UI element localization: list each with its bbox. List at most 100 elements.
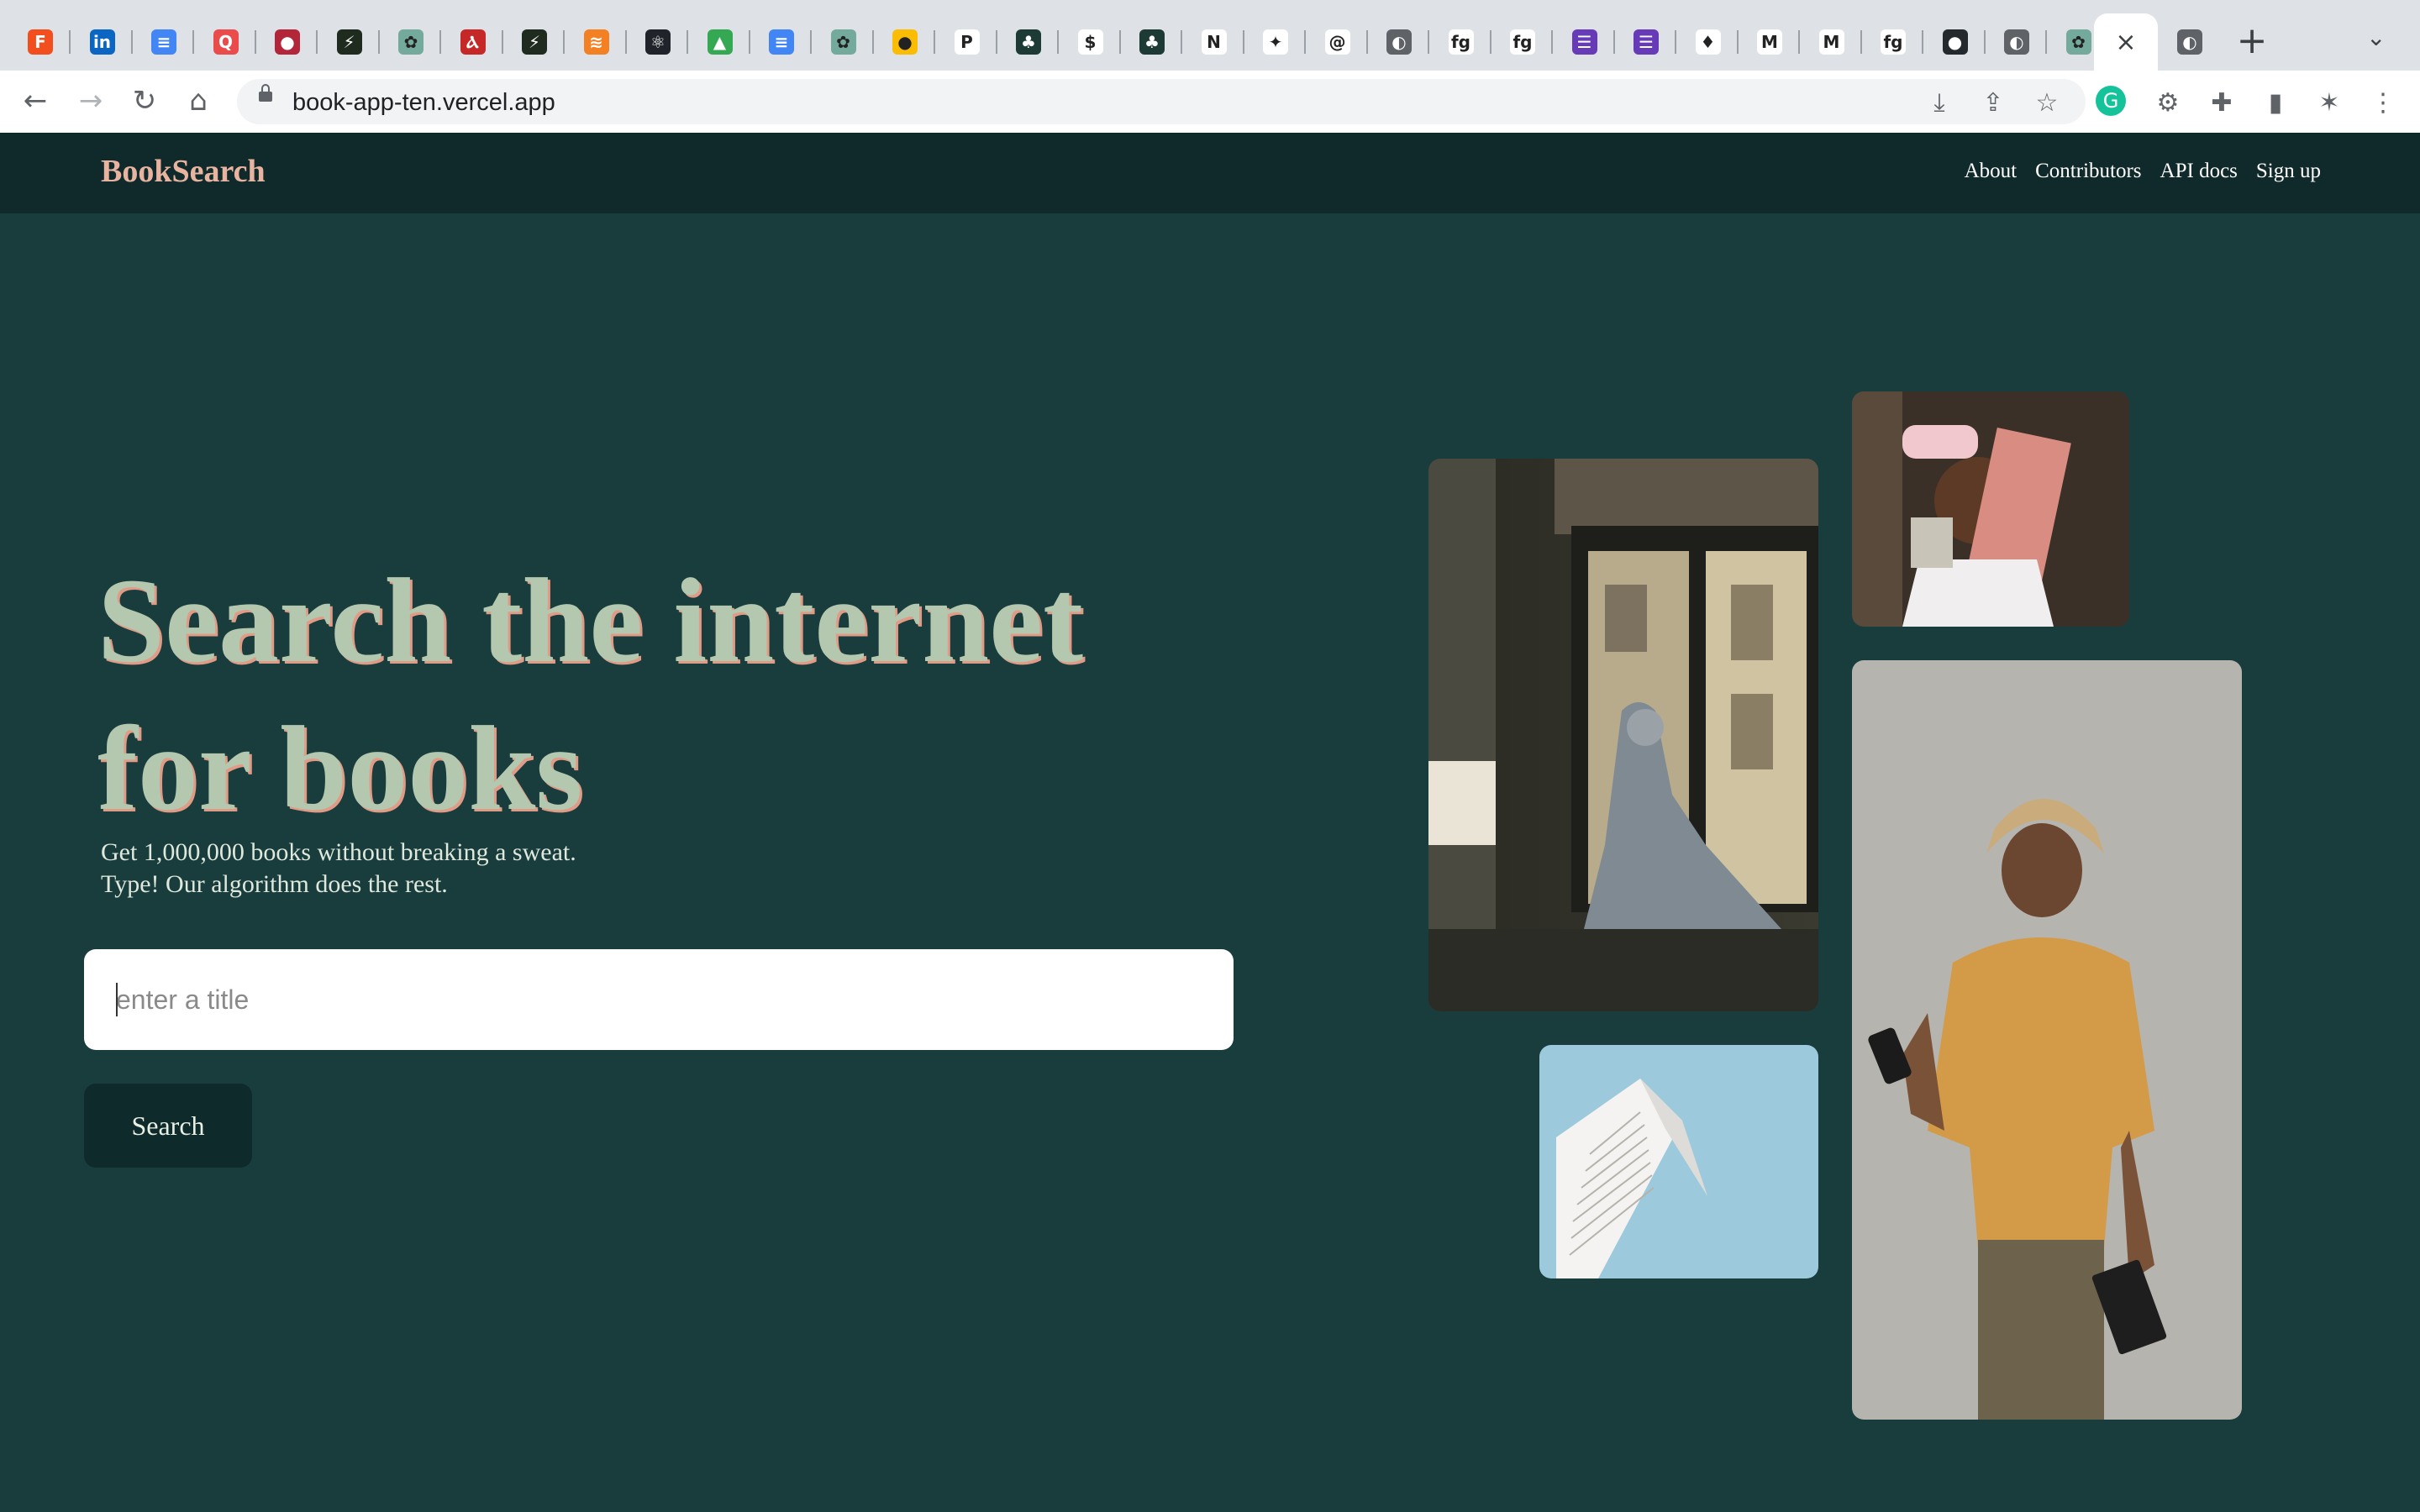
tab-separator	[130, 30, 133, 54]
home-icon[interactable]: ⌂	[180, 82, 217, 119]
browser-menu-icon[interactable]: ⋮	[2366, 86, 2400, 119]
tab-figma[interactable]: F	[10, 13, 71, 71]
tab-tree[interactable]: ♣	[998, 13, 1059, 71]
tab-chatgpt[interactable]: ✿	[813, 13, 874, 71]
tab-separator	[871, 30, 874, 54]
back-arrow-icon[interactable]: ←	[17, 82, 54, 119]
tab-netflix[interactable]: N	[1184, 13, 1244, 71]
globe-icon: ◐	[1386, 29, 1412, 55]
tab-separator	[1551, 30, 1553, 54]
tab-separator	[1428, 30, 1429, 54]
tab-separator	[1736, 30, 1739, 54]
tab-google-docs[interactable]: ≡	[751, 13, 812, 71]
site-nav: About Contributors API docs Sign up	[1965, 160, 2321, 183]
tab-spiral[interactable]: @	[1307, 13, 1368, 71]
share-icon[interactable]: ⇪	[1976, 86, 2010, 119]
tab-fg[interactable]: fg	[1863, 13, 1923, 71]
twitter-icon: ✦	[1263, 29, 1288, 55]
paypal-icon: P	[954, 29, 980, 55]
brand-logo[interactable]: BookSearch	[101, 153, 266, 190]
tab-separator	[748, 30, 750, 54]
tab-react[interactable]: ⚛	[628, 13, 688, 71]
nav-api-docs[interactable]: API docs	[2160, 160, 2238, 183]
tab-antenna[interactable]: Ⲁ	[443, 13, 503, 71]
tab-separator	[439, 30, 441, 54]
chatgpt-icon: ✿	[2065, 29, 2091, 55]
gear-extension-icon[interactable]: ⚙	[2151, 86, 2185, 119]
active-tab[interactable]: ×	[2094, 13, 2158, 71]
tab-fg[interactable]: fg	[1431, 13, 1491, 71]
tab-avatar[interactable]: ●	[257, 13, 318, 71]
tab-chatgpt[interactable]: ✿	[381, 13, 441, 71]
grammarly-extension-icon[interactable]: G	[2096, 86, 2126, 116]
tab-globe[interactable]: ◐	[1986, 13, 2047, 71]
tab-separator	[624, 30, 627, 54]
photo-girl-with-book-and-sleep-mask	[1852, 391, 2129, 627]
chatgpt-icon: ✿	[398, 29, 424, 55]
antenna-icon: Ⲁ	[460, 29, 486, 55]
forms-icon: ☰	[1571, 29, 1597, 55]
google-docs-icon: ≡	[769, 29, 794, 55]
tab-keep[interactable]: ●	[875, 13, 935, 71]
tab-separator	[1304, 30, 1306, 54]
search-button[interactable]: Search	[84, 1084, 252, 1168]
tab-github[interactable]: ●	[1925, 13, 1986, 71]
tab-search-chevron-icon[interactable]: ⌄	[2366, 24, 2386, 51]
tab-google-docs[interactable]: ≡	[134, 13, 194, 71]
tab-stack-overflow[interactable]: ≋	[566, 13, 627, 71]
extensions-puzzle-icon[interactable]: ✚	[2205, 86, 2238, 119]
terminal-icon: ⚡	[522, 29, 547, 55]
fg-icon: fg	[1448, 29, 1474, 55]
tab-forms[interactable]: ☰	[1616, 13, 1676, 71]
tab-globe[interactable]: ◐	[1369, 13, 1429, 71]
tab-dollar[interactable]: $	[1060, 13, 1121, 71]
tab-firebase[interactable]: ♦	[1678, 13, 1739, 71]
site-header: BookSearch About Contributors API docs S…	[0, 133, 2420, 213]
tab-gmail[interactable]: M	[1739, 13, 1800, 71]
tab-google-drive[interactable]: ▲	[690, 13, 750, 71]
hero-headline: Search the internet for books	[97, 548, 1274, 843]
tab-paypal[interactable]: P	[937, 13, 997, 71]
tab-separator	[1922, 30, 1923, 54]
terminal-icon: ⚡	[336, 29, 362, 55]
profile-avatar-icon[interactable]: ✶	[2312, 86, 2346, 119]
tab-linkedin[interactable]: in	[72, 13, 133, 71]
tab-separator	[934, 30, 935, 54]
tab-quora[interactable]: Q	[196, 13, 256, 71]
forms-icon: ☰	[1634, 29, 1659, 55]
title-search-input[interactable]	[84, 949, 1234, 1050]
stack-overflow-icon: ≋	[583, 29, 609, 55]
tab-fg[interactable]: fg	[1492, 13, 1553, 71]
tab-separator	[69, 30, 71, 54]
globe-icon: ◐	[2177, 29, 2202, 55]
tab-separator	[501, 30, 503, 54]
tab-forms[interactable]: ☰	[1555, 13, 1615, 71]
tab-gmail[interactable]: M	[1802, 13, 1862, 71]
nav-about[interactable]: About	[1965, 160, 2018, 183]
tab-twitter[interactable]: ✦	[1245, 13, 1306, 71]
bookmark-star-icon[interactable]: ☆	[2030, 86, 2064, 119]
reload-icon[interactable]: ↻	[126, 82, 163, 119]
tab-separator	[1612, 30, 1615, 54]
globe-icon: ◐	[2004, 29, 2029, 55]
tree-icon: ♣	[1139, 29, 1165, 55]
headline-line-1: Search the internet	[97, 554, 1084, 688]
address-bar[interactable]: book-app-ten.vercel.app	[237, 79, 2086, 124]
tab-tree[interactable]: ♣	[1122, 13, 1182, 71]
side-panel-icon[interactable]: ▮	[2259, 86, 2292, 119]
tab-globe[interactable]: ◐	[2160, 13, 2220, 71]
tab-separator	[810, 30, 812, 54]
tab-separator	[192, 30, 194, 54]
install-app-icon[interactable]: ⤓	[1923, 86, 1956, 119]
nav-contributors[interactable]: Contributors	[2035, 160, 2141, 183]
close-tab-icon[interactable]: ×	[2115, 28, 2136, 57]
nav-sign-up[interactable]: Sign up	[2256, 160, 2321, 183]
react-icon: ⚛	[645, 29, 671, 55]
forward-arrow-icon[interactable]: →	[72, 82, 109, 119]
tab-separator	[1860, 30, 1862, 54]
new-tab-button[interactable]: +	[2232, 19, 2272, 62]
tab-separator	[1365, 30, 1368, 54]
tab-terminal[interactable]: ⚡	[319, 13, 380, 71]
tab-separator	[1675, 30, 1676, 54]
tab-terminal[interactable]: ⚡	[504, 13, 565, 71]
